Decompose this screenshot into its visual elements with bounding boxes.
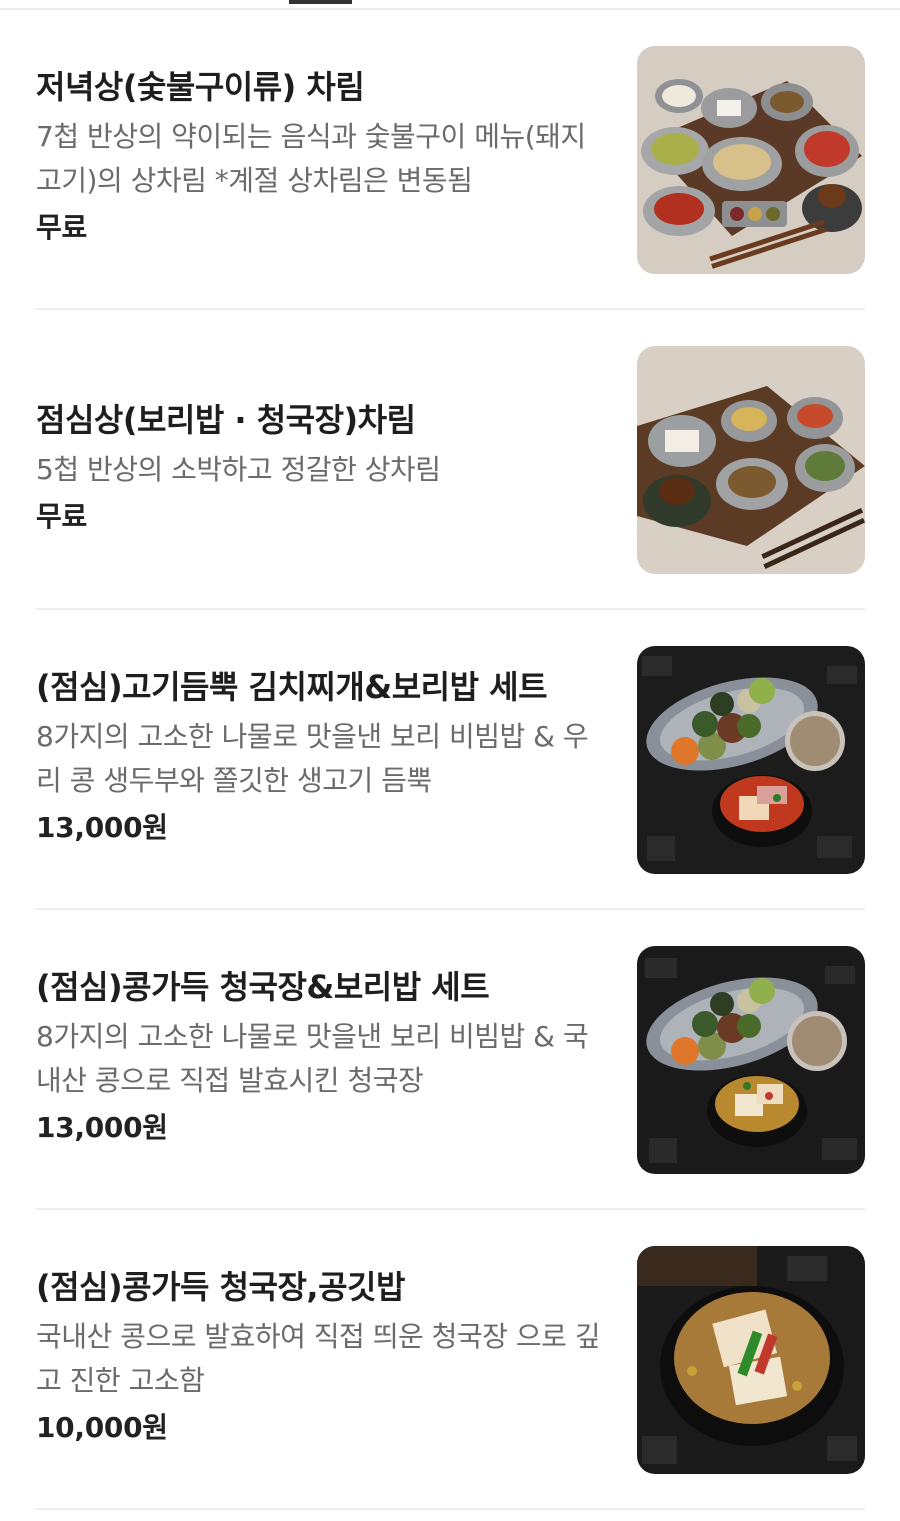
korean-lunch-table-photo-icon: [637, 346, 865, 574]
menu-item-price: 무료: [36, 211, 87, 244]
top-tab-bar: [0, 0, 900, 10]
menu-item-text: (점심)콩가득 청국장,공깃밥 국내산 콩으로 발효하여 직접 띄운 청국장 으…: [36, 1265, 601, 1449]
menu-item-price: 무료: [36, 500, 87, 533]
menu-item-price: 10,000원: [36, 1411, 168, 1444]
menu-list: 저녁상(숯불구이류) 차림 7첩 반상의 약이되는 음식과 숯불구이 메뉴(돼지…: [0, 10, 900, 1510]
menu-item-text: 점심상(보리밥 · 청국장)차림 5첩 반상의 소박하고 정갈한 상차림 무료: [36, 398, 601, 538]
menu-item-text: 저녁상(숯불구이류) 차림 7첩 반상의 약이되는 음식과 숯불구이 메뉴(돼지…: [36, 65, 601, 249]
menu-item-image[interactable]: [637, 646, 865, 874]
menu-item-text: (점심)콩가득 청국장&보리밥 세트 8가지의 고소한 나물로 맛을낸 보리 비…: [36, 965, 601, 1149]
menu-item[interactable]: (점심)콩가득 청국장,공깃밥 국내산 콩으로 발효하여 직접 띄운 청국장 으…: [35, 1210, 865, 1510]
menu-item-price: 13,000원: [36, 1111, 168, 1144]
kimchi-stew-set-photo-icon: [637, 646, 865, 874]
menu-item-title: 저녁상(숯불구이류) 차림: [36, 68, 365, 106]
menu-item-image[interactable]: [637, 946, 865, 1174]
menu-item-description: 국내산 콩으로 발효하여 직접 띄운 청국장 으로 깊고 진한 고소함: [36, 1320, 601, 1397]
menu-item-title: 점심상(보리밥 · 청국장)차림: [36, 401, 416, 439]
menu-item-title: (점심)고기듬뿍 김치찌개&보리밥 세트: [36, 668, 548, 706]
cheonggukjang-rice-photo-icon: [637, 1246, 865, 1474]
menu-item[interactable]: (점심)콩가득 청국장&보리밥 세트 8가지의 고소한 나물로 맛을낸 보리 비…: [35, 910, 865, 1210]
menu-item-text: (점심)고기듬뿍 김치찌개&보리밥 세트 8가지의 고소한 나물로 맛을낸 보리…: [36, 665, 601, 849]
menu-item[interactable]: 점심상(보리밥 · 청국장)차림 5첩 반상의 소박하고 정갈한 상차림 무료: [35, 310, 865, 610]
menu-item[interactable]: (점심)고기듬뿍 김치찌개&보리밥 세트 8가지의 고소한 나물로 맛을낸 보리…: [35, 610, 865, 910]
menu-item-description: 8가지의 고소한 나물로 맛을낸 보리 비빔밥 & 국내산 콩으로 직접 발효시…: [36, 1020, 589, 1097]
menu-item[interactable]: 저녁상(숯불구이류) 차림 7첩 반상의 약이되는 음식과 숯불구이 메뉴(돼지…: [35, 10, 865, 310]
menu-item-title: (점심)콩가득 청국장,공깃밥: [36, 1268, 405, 1306]
menu-item-price: 13,000원: [36, 811, 168, 844]
cheonggukjang-set-photo-icon: [637, 946, 865, 1174]
menu-item-title: (점심)콩가득 청국장&보리밥 세트: [36, 968, 490, 1006]
korean-dinner-table-photo-icon: [637, 46, 865, 274]
menu-item-image[interactable]: [637, 1246, 865, 1474]
menu-item-image[interactable]: [637, 346, 865, 574]
active-tab-indicator: [289, 0, 352, 4]
menu-item-description: 7첩 반상의 약이되는 음식과 숯불구이 메뉴(돼지고기)의 상차림 *계절 상…: [36, 120, 586, 197]
menu-item-description: 8가지의 고소한 나물로 맛을낸 보리 비빔밥 & 우리 콩 생두부와 쫄깃한 …: [36, 720, 589, 797]
menu-item-image[interactable]: [637, 46, 865, 274]
menu-item-description: 5첩 반상의 소박하고 정갈한 상차림: [36, 453, 441, 486]
